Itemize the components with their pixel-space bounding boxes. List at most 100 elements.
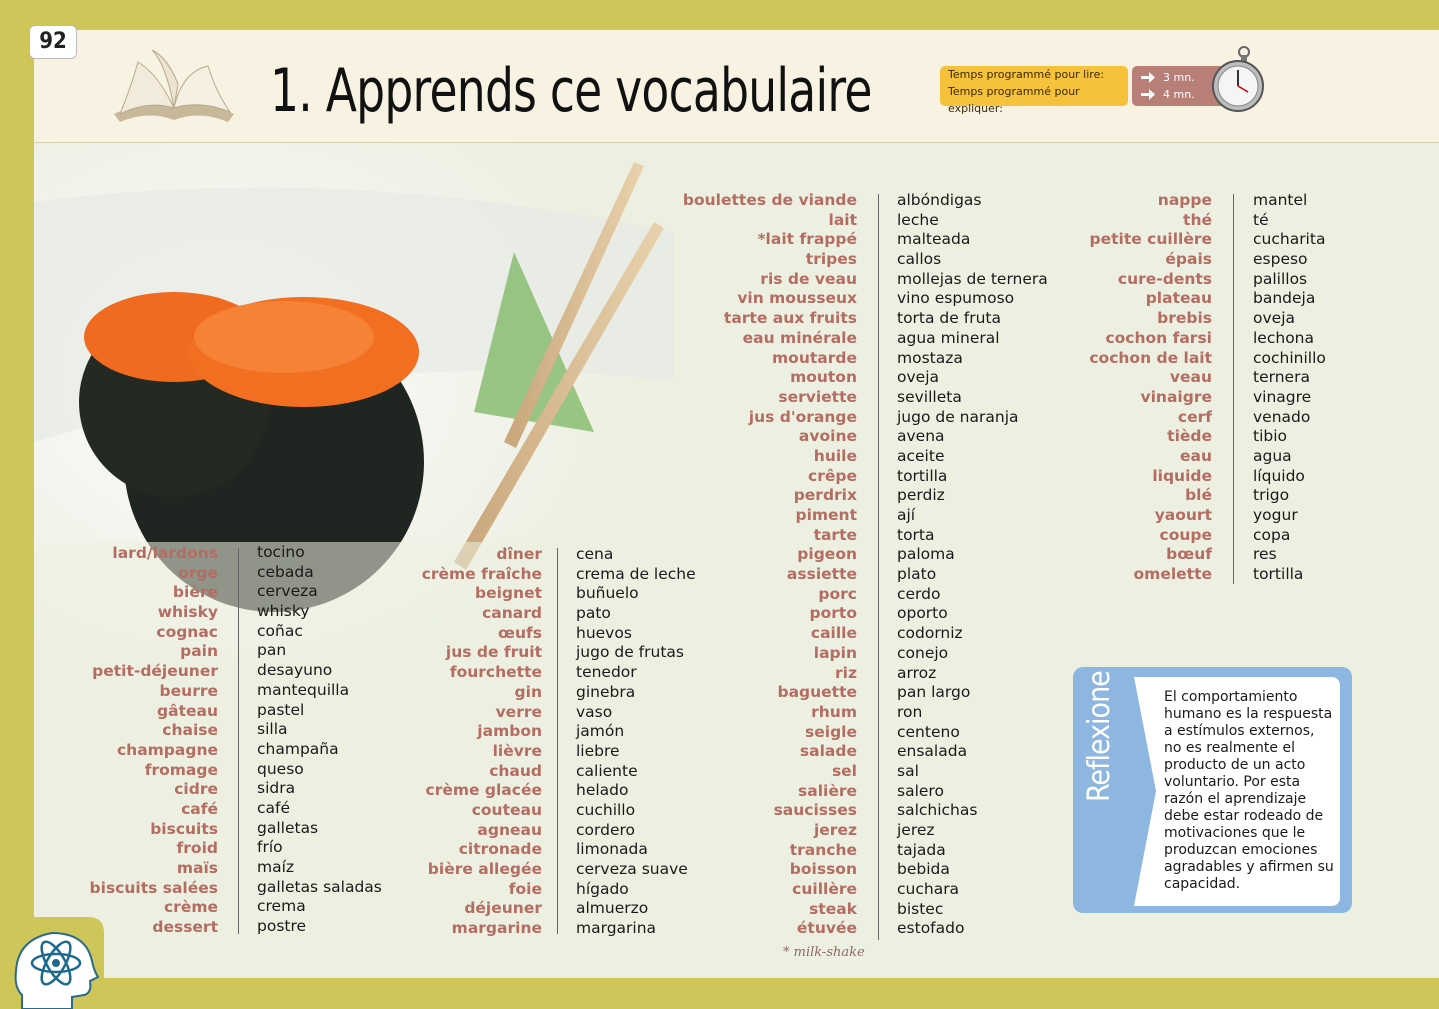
spanish-word: sevilleta [897,387,962,406]
spanish-word: leche [897,210,939,229]
spanish-word: lechona [1253,328,1314,347]
stopwatch-icon [1212,46,1264,112]
spanish-word: espeso [1253,250,1308,269]
french-word: canard [482,604,542,623]
spanish-word: pastel [257,700,305,719]
spanish-word: ají [897,506,916,524]
french-word: eau minérale [742,328,857,347]
spanish-word: salero [897,781,944,800]
french-word: bière allegée [427,860,542,878]
spanish-word: aceite [897,446,945,465]
spanish-word: tibio [1253,427,1288,446]
spanish-word: queso [257,759,304,778]
french-word: tarte [813,525,857,544]
spanish-word: tortilla [897,466,948,485]
divider [557,548,558,934]
spanish-word: ensalada [897,742,968,761]
spanish-word: coñac [257,621,303,640]
book-icon [114,49,234,122]
french-word: boulettes de viande [682,191,857,209]
spanish-word: arroz [897,663,937,682]
french-word: rhum [811,702,857,721]
french-word: sel [831,761,857,780]
french-word: crêpe [808,466,857,485]
french-word: épais [1165,250,1212,269]
spanish-word: champaña [257,739,339,758]
spanish-word: sal [897,761,919,780]
spanish-word: codorniz [897,624,963,643]
vocab-col2-french: dîner crème fraîche beignet canard œufs jus d… [400,545,542,939]
spanish-word: malteada [897,230,971,249]
spanish-word: jerez [897,821,935,839]
spanish-word: agua [1253,446,1292,465]
french-word: crème [163,898,218,917]
french-word: huile [813,446,857,465]
french-word: cochon farsi [1105,328,1212,347]
french-word: lard/lardons [112,544,218,562]
page-number: 92 [29,25,77,59]
french-word: pain [180,642,218,661]
spanish-word: cochinillo [1253,348,1326,367]
spanish-word: agua mineral [897,328,1000,347]
french-word: lait [828,210,858,229]
spanish-word: sidra [257,779,296,798]
spanish-word: vinagre [1253,387,1312,406]
french-word: agneau [477,820,542,839]
french-word: steak [809,899,857,918]
spanish-word: frío [257,838,283,857]
reflexion-title: Reflexione [1082,671,1117,802]
french-word: café [181,799,218,818]
french-word: thé [1183,210,1212,229]
spanish-word: mantel [1253,191,1308,209]
spanish-word: galletas saladas [257,877,382,896]
french-word: étuvée [796,919,857,938]
spanish-word: cerveza [257,582,318,601]
french-word: perdrix [793,486,857,505]
french-word: lapin [813,643,857,662]
french-word: beurre [159,681,218,700]
french-word: omelette [1133,565,1212,584]
french-word: bière [172,583,218,602]
french-word: chaud [489,761,542,780]
french-word: citronade [458,840,542,859]
spanish-word: pan [257,641,287,660]
spanish-word: cucharita [1253,230,1326,249]
french-word: ris de veau [760,269,857,288]
spanish-word: oveja [1253,309,1295,328]
french-word: tiède [1167,427,1212,446]
spanish-word: torta [897,525,935,544]
spanish-word: whisky [257,602,310,621]
spanish-word: conejo [897,643,949,662]
french-word: *lait frappé [757,230,857,249]
timer-labels: Temps programmé pour lire: Temps program… [940,66,1128,115]
french-word: lièvre [492,741,542,760]
reflexion-arrow-icon [1126,677,1156,906]
spanish-word: copa [1253,525,1291,544]
french-word: liquide [1152,466,1212,485]
spanish-word: desayuno [257,661,333,680]
spanish-word: palillos [1253,269,1308,288]
french-word: cidre [174,780,218,799]
spanish-word: cerdo [897,584,941,603]
french-word: baguette [777,683,857,702]
french-word: assiette [786,565,857,584]
french-word: avoine [798,427,857,446]
spanish-word: vino espumoso [897,289,1015,308]
spanish-word: avena [897,427,945,446]
spanish-word: mollejas de ternera [897,269,1048,288]
french-word: déjeuner [464,899,542,918]
spanish-word: paloma [897,545,955,564]
french-word: brebis [1157,309,1212,328]
spanish-word: estofado [897,919,965,938]
explain-time-value: 4 mn. [1163,88,1195,101]
french-word: serviette [778,387,857,406]
divider [238,548,239,934]
french-word: crème glacée [425,781,543,800]
spanish-word: jugo de naranja [897,407,1019,426]
spanish-word: tortilla [1253,565,1304,584]
spanish-word: ron [897,702,923,721]
french-word: margarine [451,919,542,938]
spanish-word: cebada [257,562,314,581]
french-word: petite cuillère [1089,230,1212,249]
french-word: salière [798,781,857,800]
